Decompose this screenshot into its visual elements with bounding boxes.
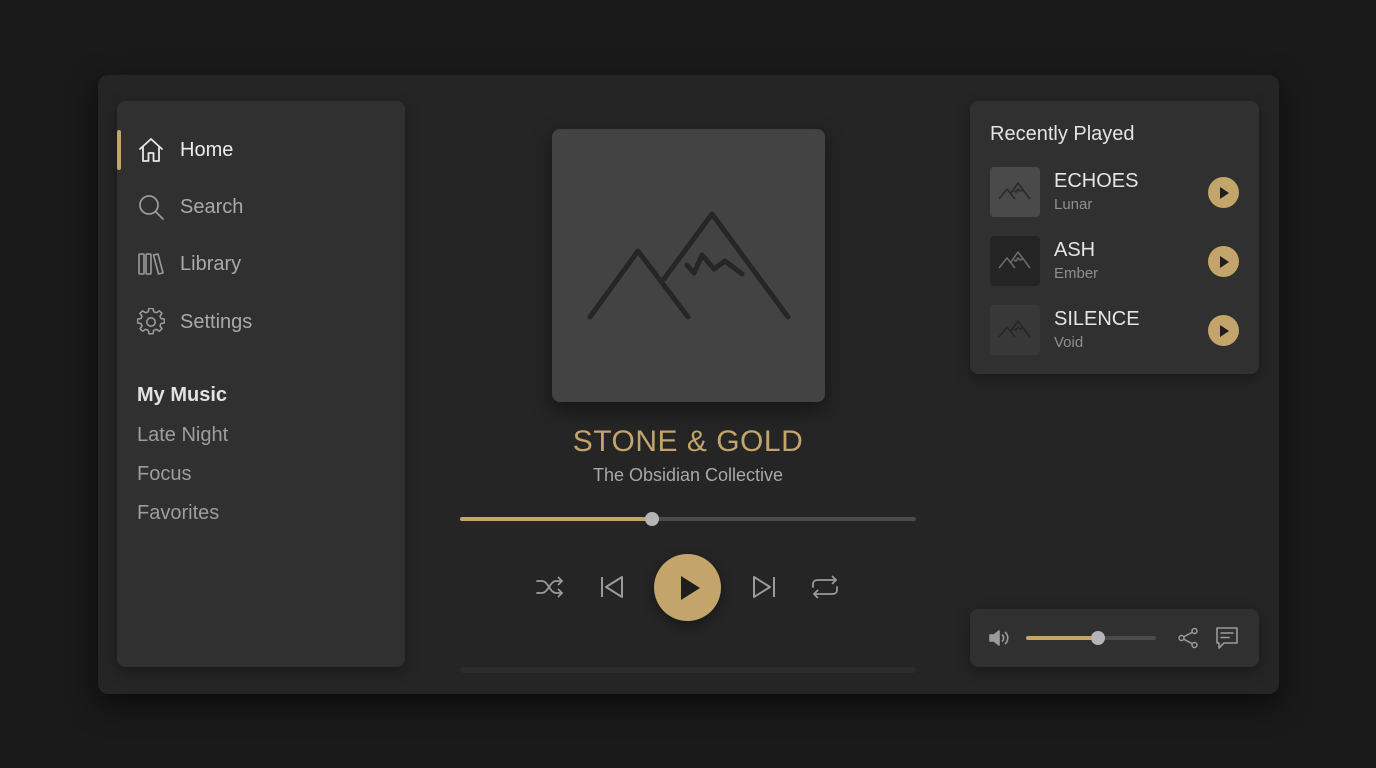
track-thumbnail	[990, 236, 1040, 286]
progress-slider[interactable]	[460, 512, 916, 526]
share-icon[interactable]	[1176, 626, 1200, 650]
recently-played-panel: Recently Played ECHOES Lunar ASH Ember S…	[970, 101, 1259, 374]
album-art	[552, 129, 825, 402]
previous-button[interactable]	[597, 572, 627, 602]
sidebar-item-home[interactable]: Home	[117, 129, 405, 171]
recent-track-name: ASH	[1054, 239, 1096, 261]
recent-track-name: ECHOES	[1054, 170, 1139, 192]
sidebar-item-label: Settings	[180, 310, 253, 333]
sidebar-item-label: Library	[180, 252, 242, 275]
progress-thumb[interactable]	[644, 512, 659, 526]
recent-item-echoes[interactable]: ECHOES Lunar	[990, 167, 1240, 219]
recent-item-silence[interactable]: SILENCE Void	[990, 305, 1240, 357]
progress-fill	[460, 517, 652, 521]
shuffle-button[interactable]	[535, 572, 565, 602]
home-icon	[137, 136, 165, 164]
volume-icon[interactable]	[988, 626, 1012, 650]
recent-play-button[interactable]	[1208, 315, 1239, 346]
track-artist: The Obsidian Collective	[592, 465, 784, 485]
skip-forward-icon	[753, 576, 775, 598]
volume-slider[interactable]	[1026, 631, 1156, 645]
track-thumbnail	[990, 305, 1040, 355]
playlist-item-focus[interactable]: Focus	[137, 463, 191, 486]
recent-track-artist: Lunar	[1054, 196, 1093, 213]
volume-panel	[970, 609, 1259, 667]
play-icon	[1219, 186, 1229, 199]
playlist-item-late-night[interactable]: Late Night	[137, 424, 228, 447]
recent-track-artist: Void	[1054, 334, 1084, 351]
recently-played-title: Recently Played	[990, 123, 1135, 145]
volume-fill	[1026, 636, 1098, 640]
mountain-icon	[998, 182, 1031, 200]
sidebar-item-search[interactable]: Search	[117, 186, 405, 228]
recent-play-button[interactable]	[1208, 246, 1239, 277]
mountain-icon	[998, 251, 1031, 269]
lyrics-icon[interactable]	[1214, 625, 1240, 651]
recent-track-artist: Ember	[1054, 265, 1099, 282]
play-icon	[1219, 255, 1229, 268]
track-title: STONE & GOLD	[572, 425, 804, 458]
playlist-item-favorites[interactable]: Favorites	[137, 502, 219, 525]
repeat-icon	[812, 575, 838, 599]
recent-play-button[interactable]	[1208, 177, 1239, 208]
play-button[interactable]	[654, 554, 721, 621]
sidebar: Home Search Library Settings My Music La…	[117, 101, 405, 667]
library-icon	[137, 250, 165, 278]
sidebar-item-library[interactable]: Library	[117, 243, 405, 285]
shuffle-icon	[536, 576, 563, 598]
track-thumbnail	[990, 167, 1040, 217]
mountain-icon	[998, 320, 1031, 338]
sidebar-item-label: Home	[180, 138, 234, 161]
bottom-scroll-bar	[460, 667, 916, 673]
next-button[interactable]	[749, 572, 779, 602]
gear-icon	[137, 308, 165, 336]
search-icon	[137, 193, 165, 221]
skip-back-icon	[601, 576, 623, 598]
recent-track-name: SILENCE	[1054, 308, 1140, 330]
sidebar-item-label: Search	[180, 195, 244, 218]
my-music-heading: My Music	[137, 384, 228, 406]
mountain-icon	[587, 211, 791, 320]
music-player-window: Home Search Library Settings My Music La…	[98, 75, 1279, 694]
play-icon	[1219, 324, 1229, 337]
play-icon	[680, 575, 700, 600]
recent-item-ash[interactable]: ASH Ember	[990, 236, 1240, 288]
sidebar-item-settings[interactable]: Settings	[117, 301, 405, 343]
repeat-button[interactable]	[810, 572, 840, 602]
volume-thumb[interactable]	[1090, 631, 1105, 645]
